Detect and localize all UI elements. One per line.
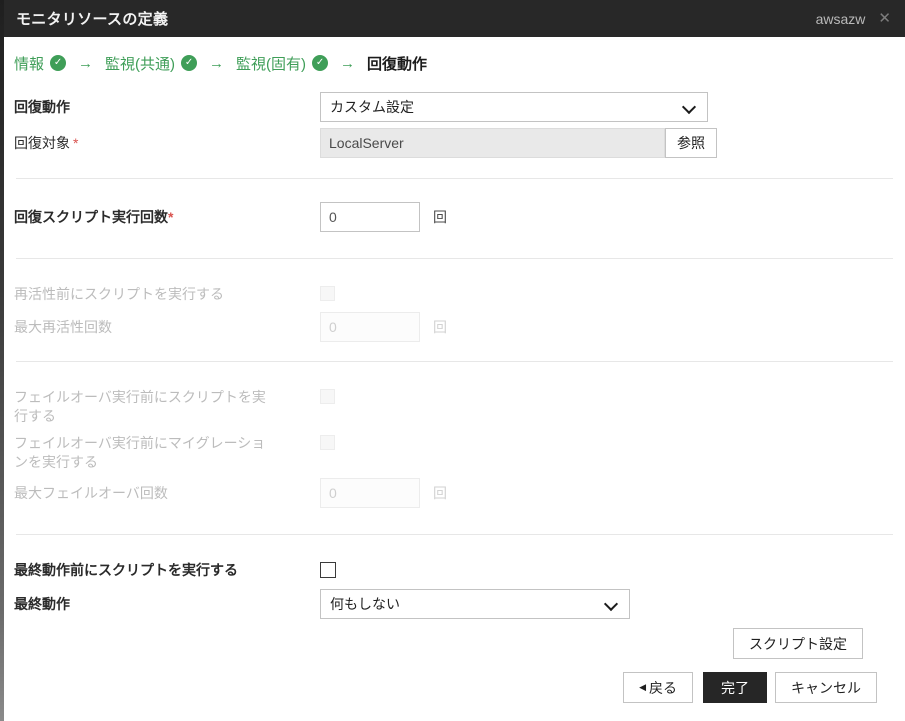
wizard-step-label: 監視(固有) (236, 55, 307, 73)
final-action-label: 最終動作 (14, 595, 70, 612)
section-divider (16, 178, 893, 179)
row-max-reactivation-count: 最大再活性回数 回 (4, 312, 905, 342)
exec-script-before-final-action-checkbox[interactable] (320, 562, 336, 578)
row-max-failover-count: 最大フェイルオーバ回数 回 (4, 478, 905, 508)
recovery-target-label: 回復対象 * (14, 134, 79, 151)
check-circle-icon: ✓ (181, 55, 198, 71)
section-divider (16, 534, 893, 535)
check-circle-icon: ✓ (312, 55, 329, 71)
recovery-target-field (320, 128, 665, 158)
row-exec-script-before-reactivation: 再活性前にスクリプトを実行する (4, 285, 905, 304)
max-reactivation-count-input (320, 312, 420, 342)
chevron-down-icon (681, 99, 697, 115)
row-recovery-target: 回復対象* 参照 (4, 128, 905, 158)
required-asterisk: * (73, 134, 79, 151)
wizard-step-recovery-action-current: 回復動作 (367, 55, 428, 73)
max-reactivation-count-label: 最大再活性回数 (14, 318, 112, 335)
exec-script-before-failover-checkbox (320, 389, 335, 404)
exec-migration-before-failover-checkbox (320, 435, 335, 450)
script-settings-button[interactable]: スクリプト設定 (733, 628, 863, 659)
browse-button[interactable]: 参照 (665, 128, 717, 158)
dialog-titlebar: モニタリソースの定義 awsazw ✕ (4, 0, 905, 37)
back-arrow-icon: ◀ (639, 682, 646, 692)
row-recovery-script-count: 回復スクリプト実行回数* 回 (4, 202, 905, 232)
row-exec-script-before-final-action: 最終動作前にスクリプトを実行する (4, 561, 905, 580)
exec-script-before-failover-label: フェイルオーバ実行前にスクリプトを実行する (14, 389, 266, 424)
exec-migration-before-failover-label: フェイルオーバ実行前にマイグレーションを実行する (14, 435, 266, 470)
exec-script-before-reactivation-checkbox (320, 286, 335, 301)
back-button[interactable]: ◀ 戻る (623, 672, 693, 703)
recovery-action-select[interactable]: カスタム設定 (320, 92, 708, 122)
recovery-script-count-input[interactable] (320, 202, 420, 232)
recovery-action-label: 回復動作 (14, 98, 70, 115)
section-divider (16, 361, 893, 362)
cancel-button[interactable]: キャンセル (775, 672, 877, 703)
exec-script-before-final-action-label: 最終動作前にスクリプトを実行する (14, 562, 238, 578)
row-final-action: 最終動作 何もしない (4, 589, 905, 619)
wizard-step-monitor-special[interactable]: 監視(固有) ✓ (236, 53, 329, 74)
arrow-right-icon: → (340, 54, 356, 72)
row-recovery-action: 回復動作 カスタム設定 (4, 92, 905, 122)
section-divider (16, 258, 893, 259)
wizard-breadcrumb: 情報 ✓ → 監視(共通) ✓ → 監視(固有) ✓ → 回復動作 (14, 52, 905, 74)
row-exec-migration-before-failover: フェイルオーバ実行前にマイグレーションを実行する (4, 434, 905, 472)
count-unit-label: 回 (433, 319, 447, 335)
dialog-title: モニタリソースの定義 (16, 11, 169, 28)
max-failover-count-label: 最大フェイルオーバ回数 (14, 484, 168, 501)
close-icon[interactable]: ✕ (878, 11, 891, 26)
monitor-resource-definition-dialog: モニタリソースの定義 awsazw ✕ 情報 ✓ → 監視(共通) ✓ → 監視… (4, 0, 905, 721)
arrow-right-icon: → (209, 54, 225, 72)
check-circle-icon: ✓ (50, 55, 67, 71)
resource-name-text: awsazw (815, 10, 866, 27)
dialog-nav-buttons: ◀ 戻る 完了 キャンセル (4, 672, 905, 703)
recovery-action-selected-value: カスタム設定 (330, 99, 414, 115)
chevron-down-icon (603, 596, 619, 612)
wizard-step-monitor-common[interactable]: 監視(共通) ✓ (105, 53, 198, 74)
final-action-select[interactable]: 何もしない (320, 589, 630, 619)
count-unit-label: 回 (433, 485, 447, 501)
max-failover-count-input (320, 478, 420, 508)
required-asterisk: * (168, 208, 174, 225)
wizard-step-label: 情報 (14, 55, 45, 73)
finish-button[interactable]: 完了 (703, 672, 767, 703)
recovery-script-count-label: 回復スクリプト実行回数* (14, 208, 174, 225)
row-exec-script-before-failover: フェイルオーバ実行前にスクリプトを実行する (4, 388, 905, 426)
script-settings-row: スクリプト設定 (4, 628, 905, 659)
count-unit-label: 回 (433, 209, 447, 225)
wizard-step-label: 監視(共通) (105, 55, 176, 73)
wizard-step-info[interactable]: 情報 ✓ (14, 53, 67, 74)
exec-script-before-reactivation-label: 再活性前にスクリプトを実行する (14, 286, 224, 302)
final-action-selected-value: 何もしない (330, 596, 400, 612)
arrow-right-icon: → (78, 54, 94, 72)
